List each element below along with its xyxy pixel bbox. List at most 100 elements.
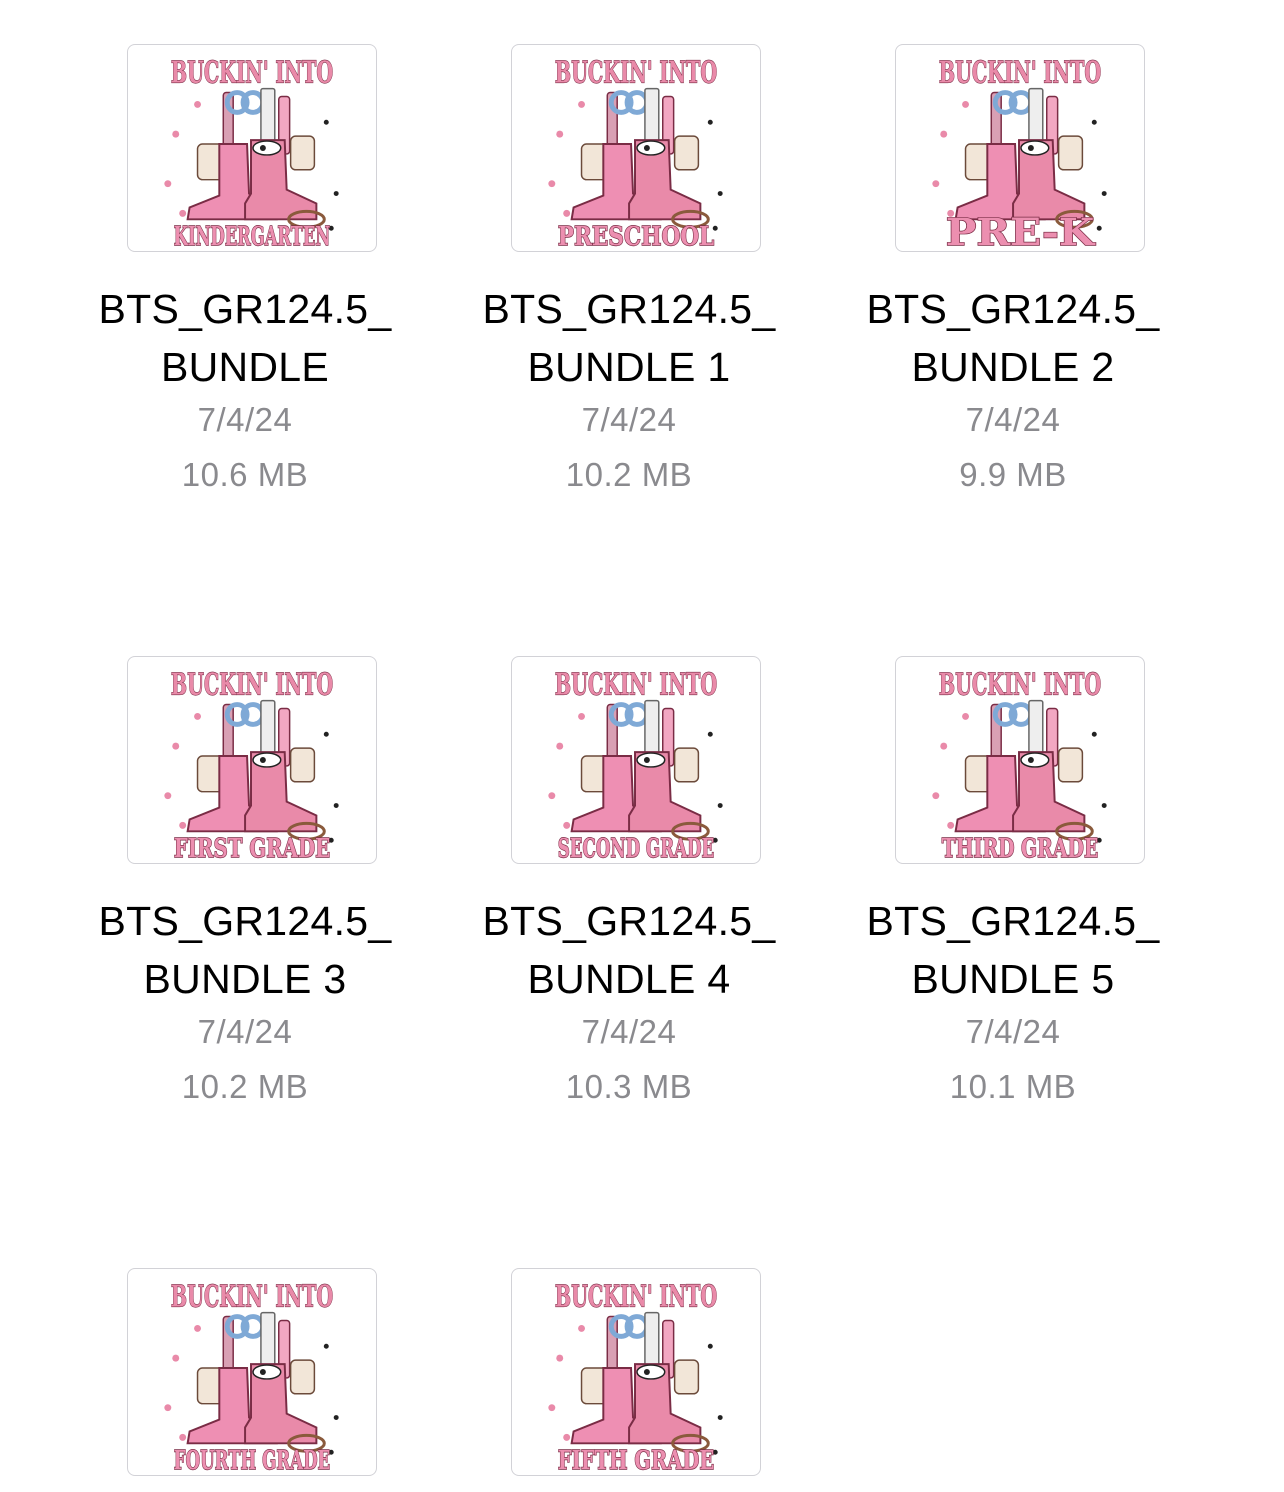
sparkle-icon (563, 1433, 571, 1441)
123-tag-icon (673, 747, 700, 783)
art-title-text: BUCKIN' INTO (555, 668, 717, 703)
sparkle-icon (1096, 225, 1102, 231)
sparkle-icon (172, 742, 180, 750)
sparkle-icon (962, 712, 969, 720)
123-tag-icon (289, 1359, 316, 1395)
art-title-text: BUCKIN' INTO (171, 1280, 333, 1315)
cow-print-icon (259, 145, 266, 151)
file-thumbnail[interactable]: BUCKIN' INTO PRE-K (895, 44, 1145, 252)
file-date: 7/4/24 (965, 1013, 1061, 1050)
123-tag-icon (1057, 747, 1084, 783)
sparkle-icon (707, 119, 713, 125)
sparkle-icon (179, 209, 187, 217)
sparkle-icon (179, 1433, 187, 1441)
file-thumbnail[interactable]: BUCKIN' INTO FOURTH GRADE (127, 1268, 377, 1476)
file-size: 10.2 MB (181, 1068, 309, 1105)
file-date: 7/4/24 (581, 1013, 677, 1050)
sparkle-icon (1101, 803, 1107, 809)
sparkle-icon (563, 821, 571, 829)
cow-print-icon (643, 757, 650, 763)
file-size: 10.2 MB (565, 456, 693, 493)
file-thumbnail[interactable]: BUCKIN' INTO THIRD GRADE (895, 656, 1145, 864)
file-date: 7/4/24 (965, 401, 1061, 438)
bts-design-thumbnail-icon: BUCKIN' INTO SECOND GRADE (548, 667, 723, 863)
sparkle-icon (164, 1404, 172, 1412)
sparkle-icon (1091, 731, 1097, 737)
cow-print-icon (252, 140, 282, 156)
art-title-text: BUCKIN' INTO (555, 1280, 717, 1315)
file-name: BTS_GR124.5_ BUNDLE 3 (98, 898, 392, 1002)
file-thumbnail[interactable]: BUCKIN' INTO SECOND GRADE (511, 656, 761, 864)
art-title-text: BUCKIN' INTO (555, 56, 717, 91)
sparkle-icon (333, 803, 339, 809)
sparkle-icon (194, 1324, 201, 1332)
file-size: 10.1 MB (949, 1068, 1077, 1105)
sparkle-icon (940, 130, 948, 138)
bts-design-thumbnail-icon: BUCKIN' INTO THIRD GRADE (932, 667, 1107, 863)
sparkle-icon (940, 742, 948, 750)
123-tag-icon (673, 1359, 700, 1395)
file-thumbnail[interactable]: BUCKIN' INTO FIRST GRADE (127, 656, 377, 864)
art-grade-text: PRE-K (946, 210, 1096, 251)
sparkle-icon (556, 742, 564, 750)
sparkle-icon (548, 1404, 556, 1412)
sparkle-icon (548, 180, 556, 188)
sparkle-icon (932, 792, 940, 800)
cow-print-icon (643, 1369, 650, 1375)
file-date: 7/4/24 (581, 401, 677, 438)
cow-print-icon (636, 1364, 666, 1380)
bts-design-thumbnail-icon: BUCKIN' INTO PRESCHOOL (548, 55, 723, 251)
sparkle-icon (194, 100, 201, 108)
cow-print-icon (1020, 140, 1050, 156)
sparkle-icon (164, 180, 172, 188)
123-tag-icon (289, 747, 316, 783)
bts-design-thumbnail-icon: BUCKIN' INTO FIFTH GRADE (548, 1279, 723, 1475)
bts-design-thumbnail-icon: BUCKIN' INTO FIRST GRADE (164, 667, 339, 863)
sparkle-icon (1091, 119, 1097, 125)
file-date: 7/4/24 (197, 1013, 293, 1050)
cow-print-icon (259, 757, 266, 763)
file-date: 7/4/24 (197, 401, 293, 438)
sparkle-icon (932, 180, 940, 188)
file-thumbnail[interactable]: BUCKIN' INTO FIFTH GRADE (511, 1268, 761, 1476)
art-grade-text: FIRST GRADE (174, 834, 330, 863)
art-title-text: BUCKIN' INTO (171, 56, 333, 91)
sparkle-icon (179, 821, 187, 829)
art-grade-text: SECOND GRADE (558, 834, 714, 863)
sparkle-icon (333, 191, 339, 197)
cow-print-icon (252, 1364, 282, 1380)
sparkle-icon (947, 821, 955, 829)
123-tag-icon (289, 135, 316, 171)
file-name: BTS_GR124.5_ BUNDLE 5 (866, 898, 1160, 1002)
sparkle-icon (578, 100, 585, 108)
sparkle-icon (172, 1354, 180, 1362)
sparkle-icon (323, 731, 329, 737)
file-name: BTS_GR124.5_ BUNDLE (98, 286, 392, 390)
sparkle-icon (172, 130, 180, 138)
cow-print-icon (636, 752, 666, 768)
art-grade-text: KINDERGARTEN (174, 222, 330, 251)
sparkle-icon (707, 1343, 713, 1349)
file-grid: BUCKIN' INTO KINDERGARTEN BTS_GR124.5_ BUN… (0, 0, 1284, 1492)
cow-print-icon (252, 752, 282, 768)
art-title-text: BUCKIN' INTO (939, 668, 1101, 703)
sparkle-icon (556, 1354, 564, 1362)
sparkle-icon (164, 792, 172, 800)
sparkle-icon (323, 119, 329, 125)
123-tag-icon (673, 135, 700, 171)
sparkle-icon (548, 792, 556, 800)
sparkle-icon (563, 209, 571, 217)
sparkle-icon (717, 191, 723, 197)
sparkle-icon (717, 803, 723, 809)
cow-print-icon (1027, 757, 1034, 763)
art-grade-text: PRESCHOOL (558, 222, 714, 251)
cow-print-icon (259, 1369, 266, 1375)
123-tag-icon (1057, 135, 1084, 171)
file-thumbnail[interactable]: BUCKIN' INTO PRESCHOOL (511, 44, 761, 252)
file-size: 9.9 MB (959, 456, 1067, 493)
sparkle-icon (556, 130, 564, 138)
art-grade-text: THIRD GRADE (942, 834, 1098, 863)
file-thumbnail[interactable]: BUCKIN' INTO KINDERGARTEN (127, 44, 377, 252)
sparkle-icon (194, 712, 201, 720)
sparkle-icon (717, 1415, 723, 1421)
